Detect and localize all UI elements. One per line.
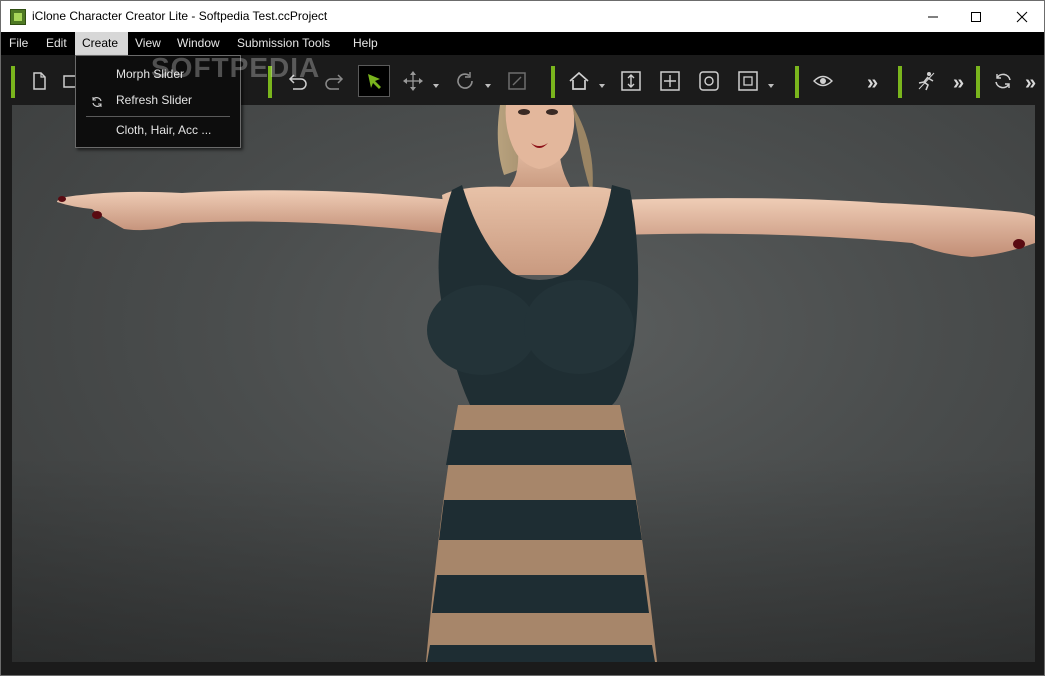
window-title: iClone Character Creator Lite - Softpedi… xyxy=(32,9,328,23)
new-file-button[interactable] xyxy=(25,67,53,95)
orbit-icon xyxy=(699,71,719,91)
redo-button[interactable] xyxy=(320,67,348,95)
toolbar-separator xyxy=(551,66,555,98)
fit-vertical-button[interactable] xyxy=(617,67,645,95)
menu-item-cloth-hair-acc[interactable]: Cloth, Hair, Acc ... xyxy=(76,118,240,142)
maximize-icon xyxy=(971,11,981,22)
toolbar-overflow-button[interactable]: » xyxy=(1025,73,1036,93)
app-logo-icon xyxy=(10,9,26,25)
fit-vertical-icon xyxy=(621,71,641,91)
dress-stripes xyxy=(426,405,657,662)
menu-separator xyxy=(86,116,230,117)
toolbar-separator xyxy=(11,66,15,98)
zoom-dropdown-arrow[interactable] xyxy=(768,84,774,88)
toolbar-separator xyxy=(898,66,902,98)
toolbar-overflow-button[interactable]: » xyxy=(953,73,964,93)
app-window: iClone Character Creator Lite - Softpedi… xyxy=(0,0,1045,676)
toolbar-separator xyxy=(976,66,980,98)
title-bar: iClone Character Creator Lite - Softpedi… xyxy=(1,1,1044,32)
menu-create[interactable]: Create xyxy=(75,32,128,55)
fit-all-icon xyxy=(660,71,680,91)
refresh-icon xyxy=(90,93,104,117)
status-strip xyxy=(1,662,1044,675)
menu-item-label: Refresh Slider xyxy=(116,93,193,107)
redo-icon xyxy=(325,74,344,90)
scale-icon xyxy=(508,72,526,90)
menu-edit[interactable]: Edit xyxy=(39,32,74,55)
home-camera-button[interactable] xyxy=(565,67,593,95)
move-icon xyxy=(403,71,423,91)
toolbar-separator xyxy=(795,66,799,98)
minimize-icon xyxy=(928,16,938,17)
home-camera-icon xyxy=(569,71,589,90)
rotate-tool-button[interactable] xyxy=(451,67,479,95)
orbit-button[interactable] xyxy=(695,67,723,95)
rotate-icon xyxy=(457,72,473,89)
sync-button[interactable] xyxy=(989,67,1017,95)
home-dropdown-arrow[interactable] xyxy=(599,84,605,88)
rotate-dropdown-arrow[interactable] xyxy=(485,84,491,88)
move-dropdown-arrow[interactable] xyxy=(433,84,439,88)
menu-item-label: Cloth, Hair, Acc ... xyxy=(116,123,212,137)
visibility-button[interactable] xyxy=(809,67,837,95)
menu-help[interactable]: Help xyxy=(346,32,385,55)
zoom-extents-button[interactable] xyxy=(734,67,762,95)
3d-viewport[interactable] xyxy=(12,105,1035,662)
menu-item-refresh-slider[interactable]: Refresh Slider xyxy=(76,88,240,112)
close-icon xyxy=(1016,11,1028,22)
watermark: SOFTPEDIA xyxy=(151,52,321,83)
maximize-button[interactable] xyxy=(953,1,999,32)
close-button[interactable] xyxy=(999,1,1044,32)
toolbar-overflow-button[interactable]: » xyxy=(867,73,878,93)
fit-all-button[interactable] xyxy=(656,67,684,95)
sync-icon xyxy=(995,73,1011,89)
pose-icon xyxy=(918,72,935,91)
pose-button[interactable] xyxy=(912,67,940,95)
select-arrow-icon xyxy=(368,74,381,89)
character-model xyxy=(12,105,1035,662)
visibility-eye-icon xyxy=(813,75,833,87)
new-file-icon xyxy=(33,72,46,90)
scale-tool-button[interactable] xyxy=(503,67,531,95)
minimize-button[interactable] xyxy=(910,1,956,32)
menu-file[interactable]: File xyxy=(2,32,35,55)
select-tool-button[interactable] xyxy=(358,65,390,97)
zoom-extents-icon xyxy=(738,71,758,91)
move-tool-button[interactable] xyxy=(399,67,427,95)
